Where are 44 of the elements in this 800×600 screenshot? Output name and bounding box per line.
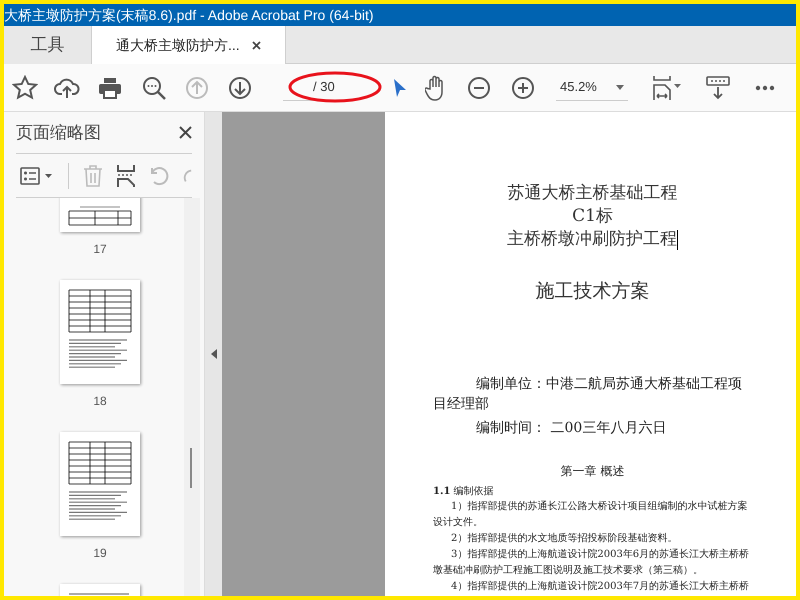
zoom-out-icon[interactable]	[468, 76, 490, 98]
tab[interactable]: 通大桥主墩防护方...	[92, 26, 286, 65]
document-paragraph: 3）指挥部提供的上海航道设计院2003年6月的苏通长江大桥主桥桥墩基础冲刷防护工程施工图说明及施工技术要求（第三稿）。	[433, 548, 750, 578]
page-number: 18	[93, 393, 107, 410]
more-icon[interactable]	[755, 84, 775, 90]
chapter-heading: 第一章 概述	[560, 463, 626, 480]
window-title: 大桥主墩防护方案(末稿8.6).pdf - Adobe Acrobat Pro (64-bit)	[4, 6, 374, 25]
document-title: C1标	[571, 205, 614, 228]
document-paragraph: 1）指挥部提供的苏通长江公路大桥设计项目组编制的水中试桩方案设计文件。	[433, 500, 748, 530]
cloud-upload-icon[interactable]	[54, 76, 80, 100]
arrow-down-circle-icon[interactable]	[229, 76, 251, 98]
page-extract-icon[interactable]	[116, 164, 135, 186]
page-thumbnail[interactable]	[60, 432, 140, 536]
document-subtitle: 施工技术方案	[534, 279, 650, 304]
document-paragraph: 4）指挥部提供的上海航道设计院2003年7月的苏通长江大桥主桥桥	[450, 580, 750, 594]
star-icon[interactable]	[12, 74, 38, 100]
cursor-arrow-icon[interactable]	[393, 78, 407, 98]
document-paragraph: 2）指挥部提供的水文地质等招投标阶段基础资料。	[450, 532, 678, 546]
search-icon[interactable]	[142, 76, 166, 100]
close-icon[interactable]	[179, 126, 192, 139]
page-number-field[interactable]: / 30	[283, 74, 355, 100]
document-title: 苏通大桥主桥基础工程	[506, 182, 678, 205]
keyboard-download-icon[interactable]	[706, 76, 730, 100]
fit-page-icon[interactable]	[652, 76, 682, 100]
caret-icon[interactable]	[616, 84, 624, 90]
document-paragraph: 编制时间： 二00三年八月六日	[475, 419, 668, 438]
scrollbar[interactable]	[184, 198, 200, 596]
document-title: 主桥桥墩冲刷防护工程	[507, 228, 677, 251]
options-menu-icon[interactable]	[20, 166, 54, 184]
scrollbar-thumb[interactable]	[190, 448, 192, 488]
print-icon[interactable]	[98, 76, 122, 98]
section-heading: 1.1 编制依据	[433, 484, 495, 499]
document-paragraph: 编制单位：中港二航局苏通大桥基础工程项目经理部	[433, 375, 743, 414]
close-icon[interactable]	[252, 41, 261, 50]
panel-title: 页面缩略图	[16, 122, 101, 144]
page-total: / 30	[313, 78, 335, 96]
page-number: 17	[93, 241, 107, 258]
page-number: 19	[93, 545, 107, 562]
page-thumbnail[interactable]	[60, 280, 140, 384]
collapse-arrow-icon[interactable]	[210, 349, 216, 359]
zoom-in-icon[interactable]	[512, 76, 534, 98]
zoom-dropdown[interactable]: 45.2%	[556, 74, 628, 100]
tab[interactable]: 工具	[4, 26, 92, 64]
zoom-value: 45.2%	[560, 78, 597, 96]
